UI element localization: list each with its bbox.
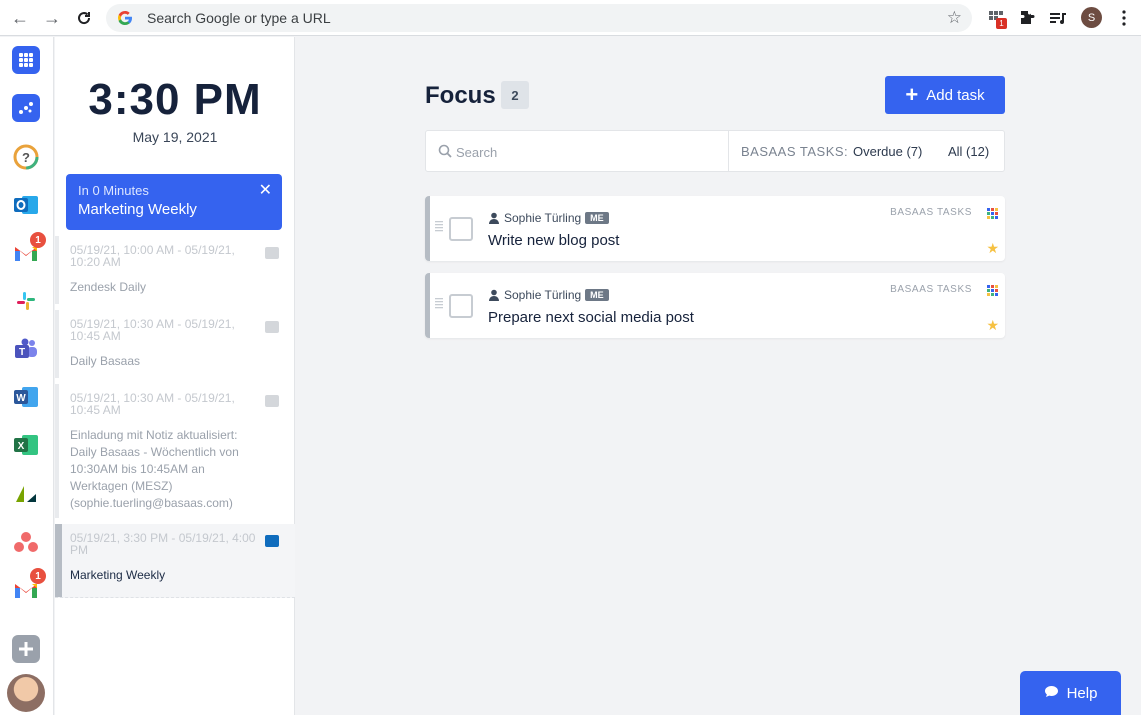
reload-icon[interactable] <box>72 6 96 30</box>
next-meeting-title: Marketing Weekly <box>78 201 197 218</box>
excel-icon[interactable]: X <box>12 431 40 459</box>
event-title: Einladung mit Notiz aktualisiert: Daily … <box>70 428 239 510</box>
event-time: 05/19/21, 10:30 AM - 05/19/21, 10:45 AM <box>70 391 235 417</box>
star-icon[interactable]: ★ <box>986 317 999 334</box>
agenda-event[interactable]: 05/19/21, 10:00 AM - 05/19/21, 10:20 AM … <box>55 236 295 304</box>
back-icon[interactable]: ← <box>8 6 32 30</box>
help-label: Help <box>1066 684 1098 702</box>
me-badge: ME <box>585 212 609 224</box>
task-assignee: Sophie Türling ME <box>488 288 609 302</box>
task-title: Write new blog post <box>488 232 620 249</box>
svg-text:X: X <box>18 441 25 452</box>
page-title: Focus <box>425 82 496 109</box>
add-task-button[interactable]: + Add task <box>885 76 1005 114</box>
star-icon[interactable]: ★ <box>986 240 999 257</box>
apps-grid-icon[interactable] <box>12 46 40 74</box>
drag-handle-icon[interactable] <box>435 220 443 232</box>
zendesk-icon[interactable] <box>12 480 40 508</box>
outlook-icon[interactable] <box>12 191 40 219</box>
filter-overdue[interactable]: Overdue (7) <box>853 144 922 159</box>
help-button[interactable]: Help <box>1020 671 1121 715</box>
chat-bubble-icon <box>1044 685 1059 701</box>
divider <box>728 131 729 171</box>
add-app-icon[interactable] <box>12 635 40 663</box>
user-avatar[interactable] <box>7 674 45 712</box>
event-time: 05/19/21, 3:30 PM - 05/19/21, 4:00 PM <box>70 531 256 557</box>
person-icon <box>489 289 499 301</box>
filter-bar: BASAAS TASKS: Overdue (7) All (12) <box>425 130 1005 172</box>
close-icon[interactable]: ✕ <box>259 180 272 200</box>
clock-date: May 19, 2021 <box>132 129 218 145</box>
outlook-icon <box>265 535 279 547</box>
media-queue-icon[interactable] <box>1048 8 1068 28</box>
clock-time: 3:30 PM <box>88 75 262 124</box>
drag-handle-icon[interactable] <box>435 297 443 309</box>
task-source: BASAAS TASKS <box>890 284 972 295</box>
focus-count-badge: 2 <box>501 81 529 109</box>
gmail-badge: 1 <box>30 568 46 584</box>
person-icon <box>489 212 499 224</box>
bookmark-star-icon[interactable]: ☆ <box>947 8 962 28</box>
task-checkbox[interactable] <box>449 217 473 241</box>
kebab-menu-icon[interactable] <box>1114 8 1134 28</box>
svg-text:T: T <box>19 347 25 358</box>
google-icon <box>118 11 132 25</box>
agenda-event[interactable]: 05/19/21, 10:30 AM - 05/19/21, 10:45 AM … <box>55 310 295 378</box>
task-card[interactable]: Sophie Türling ME Write new blog post BA… <box>425 196 1005 261</box>
basaas-icon[interactable] <box>12 94 40 122</box>
basaas-tasks-icon <box>987 208 998 219</box>
search-input[interactable] <box>456 139 716 165</box>
agenda-panel: 3:30 PM May 19, 2021 In 0 Minutes Market… <box>55 37 295 715</box>
slack-icon[interactable] <box>12 287 40 315</box>
svg-text:?: ? <box>22 150 30 165</box>
assignee-name: Sophie Türling <box>504 288 582 302</box>
word-icon[interactable]: W <box>12 383 40 411</box>
assignee-name: Sophie Türling <box>504 211 582 225</box>
next-meeting-countdown: In 0 Minutes <box>78 183 149 198</box>
help-circle-icon[interactable]: ? <box>12 143 40 171</box>
event-title: Daily Basaas <box>70 354 141 368</box>
calendar-icon <box>265 395 279 407</box>
profile-avatar[interactable]: S <box>1081 7 1102 28</box>
calendar-icon <box>265 247 279 259</box>
basaas-tasks-icon <box>987 285 998 296</box>
agenda-event-current[interactable]: 05/19/21, 3:30 PM - 05/19/21, 4:00 PM Ma… <box>55 524 295 598</box>
forward-icon[interactable]: → <box>40 6 64 30</box>
extension-grid-icon[interactable]: 1 <box>986 8 1007 29</box>
event-time: 05/19/21, 10:30 AM - 05/19/21, 10:45 AM <box>70 317 235 343</box>
agenda-event[interactable]: 05/19/21, 10:30 AM - 05/19/21, 10:45 AM … <box>55 384 295 518</box>
asana-icon[interactable] <box>12 528 40 556</box>
task-checkbox[interactable] <box>449 294 473 318</box>
browser-toolbar: ← → Search Google or type a URL ☆ 1 S <box>0 0 1141 36</box>
next-meeting-card[interactable]: In 0 Minutes Marketing Weekly ✕ <box>66 174 282 230</box>
address-bar[interactable]: Search Google or type a URL ☆ <box>106 4 972 32</box>
app-rail: ? 1 T W X 1 <box>0 37 54 715</box>
task-card[interactable]: Sophie Türling ME Prepare next social me… <box>425 273 1005 338</box>
filter-label: BASAAS TASKS: <box>741 144 849 159</box>
event-title: Zendesk Daily <box>70 280 147 294</box>
extension-badge: 1 <box>996 18 1007 29</box>
add-task-label: Add task <box>926 86 985 104</box>
calendar-icon <box>265 321 279 333</box>
search-icon <box>438 144 452 158</box>
task-assignee: Sophie Türling ME <box>488 211 609 225</box>
teams-icon[interactable]: T <box>12 335 40 363</box>
event-title: Marketing Weekly <box>70 568 166 582</box>
address-placeholder: Search Google or type a URL <box>147 10 331 26</box>
gmail-badge: 1 <box>30 232 46 248</box>
event-time: 05/19/21, 10:00 AM - 05/19/21, 10:20 AM <box>70 243 235 269</box>
me-badge: ME <box>585 289 609 301</box>
task-source: BASAAS TASKS <box>890 207 972 218</box>
svg-text:W: W <box>16 393 26 404</box>
task-title: Prepare next social media post <box>488 309 694 326</box>
filter-all[interactable]: All (12) <box>948 144 989 159</box>
puzzle-icon[interactable] <box>1017 8 1037 28</box>
plus-icon: + <box>905 82 919 107</box>
